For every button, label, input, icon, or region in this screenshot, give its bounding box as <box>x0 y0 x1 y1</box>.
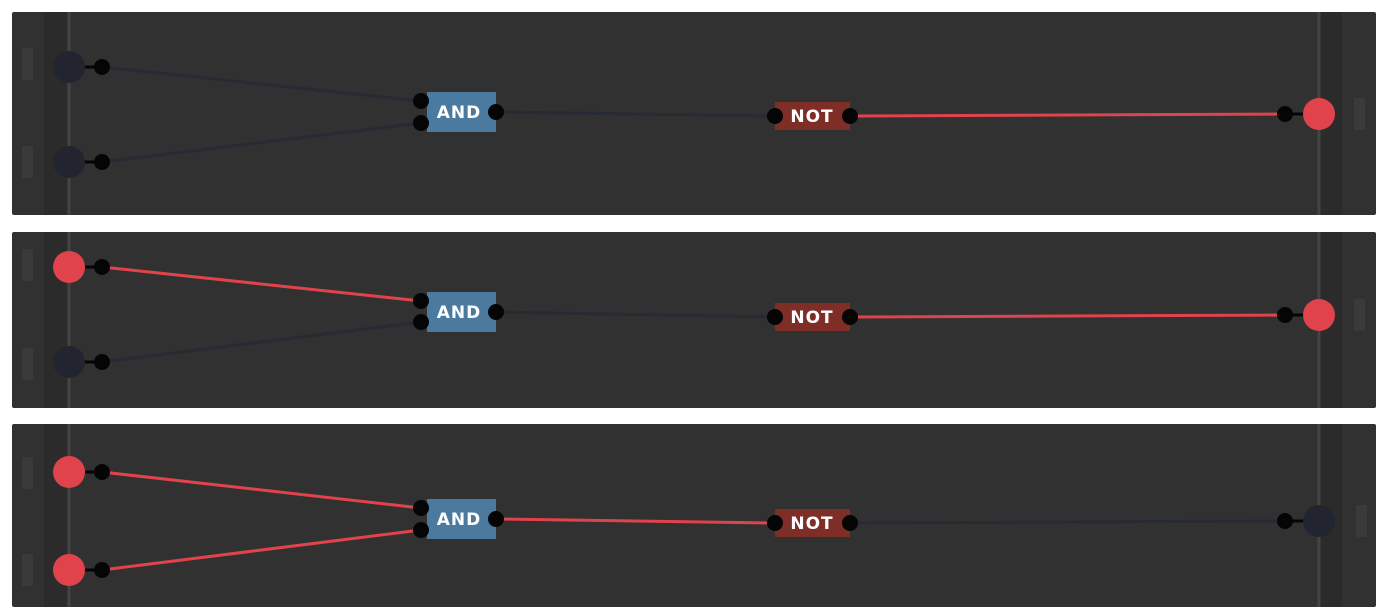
not-gate-label: NOT <box>790 107 833 127</box>
output-handle[interactable] <box>1356 505 1367 537</box>
not-gate-label: NOT <box>790 514 833 534</box>
input-a-handle[interactable] <box>22 457 33 489</box>
input-a-toggle[interactable] <box>53 251 85 283</box>
output-indicator <box>1303 299 1335 331</box>
wire-and-to-not <box>495 310 776 319</box>
input-a-pin <box>94 259 110 275</box>
and-input-pin-a <box>413 93 429 109</box>
input-b-toggle[interactable] <box>53 146 85 178</box>
and-gate-label: AND <box>437 510 482 530</box>
not-output-pin <box>842 309 858 325</box>
circuit-canvas: AND NOT <box>22 12 1365 215</box>
not-input-pin <box>767 108 783 124</box>
input-b-handle[interactable] <box>22 554 33 586</box>
and-input-pin-a <box>413 500 429 516</box>
output-pin <box>1277 106 1293 122</box>
input-b-pin <box>94 562 110 578</box>
circuit-panel-2[interactable]: AND NOT <box>12 232 1376 408</box>
not-input-pin <box>767 515 783 531</box>
output-handle[interactable] <box>1354 98 1365 130</box>
input-b-pin <box>94 154 110 170</box>
and-input-pin-b <box>413 314 429 330</box>
output-pin <box>1277 513 1293 529</box>
wire-input-a-to-and <box>101 265 422 303</box>
output-handle[interactable] <box>1354 299 1365 331</box>
and-output-pin <box>488 104 504 120</box>
wire-input-b-to-and <box>101 121 422 164</box>
input-b-toggle[interactable] <box>53 554 85 586</box>
not-output-pin <box>842 515 858 531</box>
output-indicator <box>1303 505 1335 537</box>
input-b-pin <box>94 354 110 370</box>
wire-input-b-to-and <box>101 528 422 572</box>
and-input-pin-a <box>413 293 429 309</box>
circuit-canvas: AND NOT <box>22 232 1365 408</box>
wire-not-to-output <box>849 313 1286 319</box>
circuit-panel-1[interactable]: AND NOT <box>12 12 1376 215</box>
input-a-handle[interactable] <box>22 249 33 281</box>
input-rail <box>44 12 68 215</box>
wire-not-to-output <box>849 112 1286 118</box>
circuit-canvas: AND NOT <box>22 424 1367 607</box>
not-input-pin <box>767 309 783 325</box>
and-gate-label: AND <box>437 303 482 323</box>
not-output-pin <box>842 108 858 124</box>
input-a-toggle[interactable] <box>53 51 85 83</box>
wire-input-a-to-and <box>101 470 422 510</box>
and-output-pin <box>488 304 504 320</box>
input-a-pin <box>94 59 110 75</box>
circuit-panel-3[interactable]: AND NOT <box>12 424 1376 607</box>
input-a-toggle[interactable] <box>53 456 85 488</box>
wire-input-a-to-and <box>101 65 422 103</box>
and-output-pin <box>488 511 504 527</box>
and-input-pin-b <box>413 115 429 131</box>
wire-and-to-not <box>495 110 776 118</box>
and-input-pin-b <box>413 522 429 538</box>
wire-not-to-output <box>849 519 1286 525</box>
input-a-handle[interactable] <box>22 48 33 80</box>
wire-input-b-to-and <box>101 320 422 364</box>
output-pin <box>1277 307 1293 323</box>
input-b-handle[interactable] <box>22 146 33 178</box>
not-gate-label: NOT <box>790 308 833 328</box>
input-b-handle[interactable] <box>22 348 33 380</box>
input-a-pin <box>94 464 110 480</box>
logic-simulator: AND NOT AND NOT AND NOT <box>0 0 1386 614</box>
wire-and-to-not <box>495 517 776 525</box>
output-indicator <box>1303 98 1335 130</box>
input-b-toggle[interactable] <box>53 346 85 378</box>
and-gate-label: AND <box>437 103 482 123</box>
